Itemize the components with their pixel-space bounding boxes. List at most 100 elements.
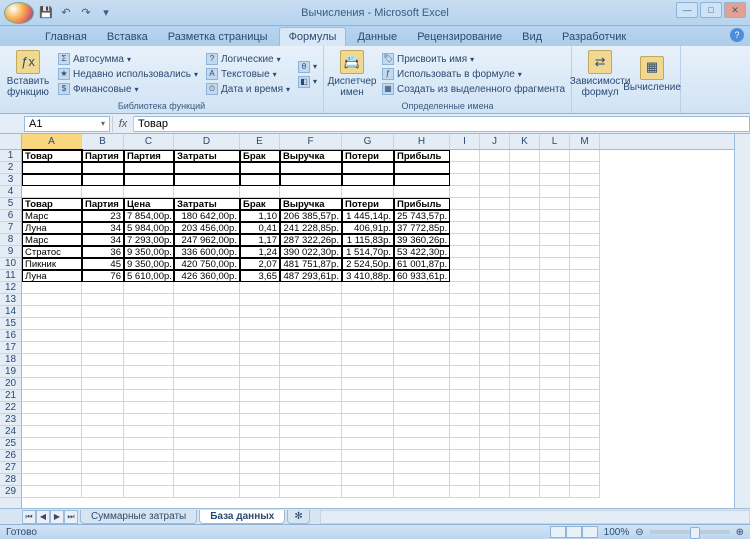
row-header[interactable]: 18 (0, 354, 21, 366)
row-header[interactable]: 13 (0, 294, 21, 306)
cell[interactable] (280, 390, 342, 402)
cell[interactable] (570, 414, 600, 426)
cell[interactable] (510, 450, 540, 462)
cell[interactable] (240, 474, 280, 486)
cell-grid[interactable]: ТоварПартияПартияЗатратыБракВыручкаПотер… (22, 150, 734, 498)
row-header[interactable]: 28 (0, 474, 21, 486)
cell[interactable]: 0,41 (240, 222, 280, 234)
qat-more-icon[interactable]: ▾ (98, 5, 114, 21)
cell[interactable] (480, 378, 510, 390)
cell[interactable]: Партия (82, 198, 124, 210)
cell[interactable] (480, 246, 510, 258)
row-header[interactable]: 23 (0, 414, 21, 426)
cell[interactable] (540, 198, 570, 210)
cell[interactable] (450, 474, 480, 486)
cell[interactable] (394, 318, 450, 330)
cell[interactable] (510, 342, 540, 354)
cell[interactable] (82, 402, 124, 414)
cell[interactable] (450, 450, 480, 462)
horizontal-scrollbar[interactable] (320, 510, 750, 524)
cell[interactable] (240, 162, 280, 174)
cell[interactable] (240, 486, 280, 498)
cell[interactable] (124, 462, 174, 474)
cell[interactable] (510, 414, 540, 426)
cell[interactable] (22, 378, 82, 390)
cell[interactable] (570, 474, 600, 486)
cell[interactable] (342, 474, 394, 486)
cell[interactable] (174, 330, 240, 342)
cell[interactable] (342, 426, 394, 438)
cell[interactable]: Потери (342, 150, 394, 162)
cell[interactable] (22, 342, 82, 354)
cell[interactable] (394, 450, 450, 462)
tab-view[interactable]: Вид (513, 28, 551, 46)
cell[interactable] (570, 366, 600, 378)
cell[interactable] (82, 306, 124, 318)
cell[interactable] (394, 426, 450, 438)
cell[interactable] (570, 270, 600, 282)
cell[interactable] (174, 390, 240, 402)
cell[interactable] (570, 282, 600, 294)
zoom-out-icon[interactable]: ⊖ (635, 527, 643, 538)
cell[interactable] (540, 486, 570, 498)
cell[interactable] (480, 282, 510, 294)
cell[interactable]: 390 022,30р. (280, 246, 342, 258)
cell[interactable] (240, 342, 280, 354)
cell[interactable] (394, 174, 450, 186)
cell[interactable] (570, 150, 600, 162)
cell[interactable] (480, 294, 510, 306)
cell[interactable] (82, 462, 124, 474)
cell[interactable] (174, 282, 240, 294)
cell[interactable] (280, 306, 342, 318)
cell[interactable] (540, 354, 570, 366)
cell[interactable] (510, 330, 540, 342)
cell[interactable] (570, 486, 600, 498)
cell[interactable]: 420 750,00р. (174, 258, 240, 270)
cell[interactable] (540, 174, 570, 186)
cell[interactable] (394, 462, 450, 474)
cell[interactable] (82, 162, 124, 174)
cell[interactable] (450, 330, 480, 342)
cell[interactable] (82, 330, 124, 342)
cell[interactable] (510, 174, 540, 186)
cell[interactable] (82, 342, 124, 354)
sheet-tab-summary[interactable]: Суммарные затраты (80, 510, 197, 524)
cell[interactable] (540, 234, 570, 246)
cell[interactable] (280, 354, 342, 366)
cell[interactable] (240, 366, 280, 378)
cell[interactable] (22, 354, 82, 366)
cell[interactable] (540, 282, 570, 294)
column-header-D[interactable]: D (174, 134, 240, 149)
cell[interactable] (570, 306, 600, 318)
cell[interactable] (480, 198, 510, 210)
cell[interactable] (570, 162, 600, 174)
cell[interactable] (570, 234, 600, 246)
cell[interactable] (22, 318, 82, 330)
cell[interactable] (540, 330, 570, 342)
column-header-G[interactable]: G (342, 134, 394, 149)
row-header[interactable]: 4 (0, 186, 21, 198)
tab-data[interactable]: Данные (348, 28, 406, 46)
cell[interactable] (124, 186, 174, 198)
cell[interactable]: 2 524,50р. (342, 258, 394, 270)
cell[interactable] (570, 210, 600, 222)
column-header-H[interactable]: H (394, 134, 450, 149)
cell[interactable]: 34 (82, 222, 124, 234)
cell[interactable] (22, 174, 82, 186)
cell[interactable] (240, 306, 280, 318)
row-header[interactable]: 16 (0, 330, 21, 342)
cell[interactable]: 1,10 (240, 210, 280, 222)
cell[interactable]: 7 854,00р. (124, 210, 174, 222)
name-manager-button[interactable]: 📇 Диспетчер имен (328, 48, 376, 100)
cell[interactable] (450, 234, 480, 246)
column-header-M[interactable]: M (570, 134, 600, 149)
cell[interactable] (510, 282, 540, 294)
cell[interactable] (394, 294, 450, 306)
cell[interactable] (22, 462, 82, 474)
row-header[interactable]: 22 (0, 402, 21, 414)
cell[interactable] (280, 294, 342, 306)
cell[interactable]: 61 001,87р. (394, 258, 450, 270)
cell[interactable] (450, 402, 480, 414)
cell[interactable] (240, 402, 280, 414)
cell[interactable] (480, 258, 510, 270)
